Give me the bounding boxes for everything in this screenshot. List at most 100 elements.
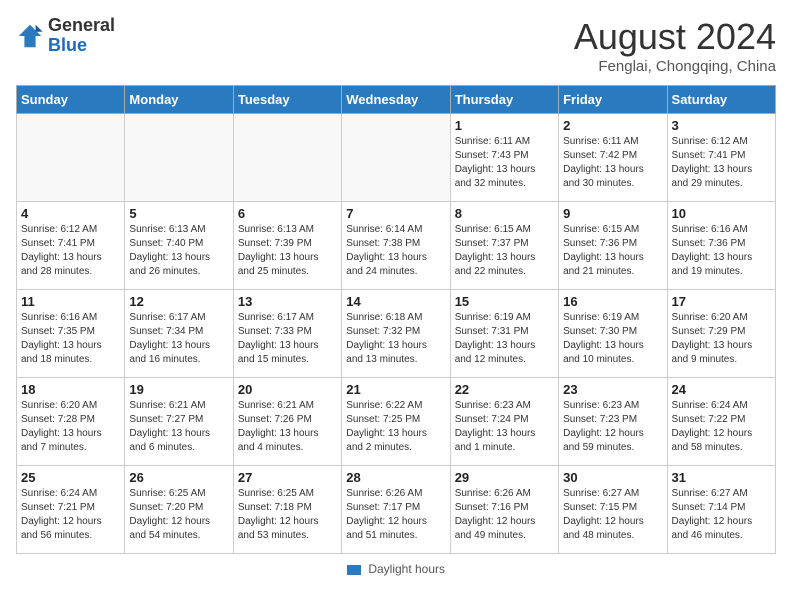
day-number: 30 <box>563 470 662 485</box>
day-info: Sunrise: 6:24 AMSunset: 7:21 PMDaylight:… <box>21 487 120 543</box>
calendar: SundayMondayTuesdayWednesdayThursdayFrid… <box>16 85 776 554</box>
header: General Blue August 2024 Fenglai, Chongq… <box>16 16 776 75</box>
calendar-cell: 6 Sunrise: 6:13 AMSunset: 7:39 PMDaylight… <box>233 202 341 290</box>
day-info: Sunrise: 6:19 AMSunset: 7:31 PMDaylight:… <box>455 311 554 367</box>
calendar-cell: 1 Sunrise: 6:11 AMSunset: 7:43 PMDaylight… <box>450 114 558 202</box>
day-info: Sunrise: 6:16 AMSunset: 7:35 PMDaylight:… <box>21 311 120 367</box>
calendar-cell: 31 Sunrise: 6:27 AMSunset: 7:14 PMDayligh… <box>667 466 775 554</box>
calendar-cell: 9 Sunrise: 6:15 AMSunset: 7:36 PMDaylight… <box>559 202 667 290</box>
day-number: 23 <box>563 382 662 397</box>
day-info: Sunrise: 6:20 AMSunset: 7:29 PMDaylight:… <box>672 311 771 367</box>
calendar-cell: 11 Sunrise: 6:16 AMSunset: 7:35 PMDayligh… <box>17 290 125 378</box>
day-info: Sunrise: 6:22 AMSunset: 7:25 PMDaylight:… <box>346 399 445 455</box>
day-info: Sunrise: 6:23 AMSunset: 7:24 PMDaylight:… <box>455 399 554 455</box>
calendar-cell: 5 Sunrise: 6:13 AMSunset: 7:40 PMDaylight… <box>125 202 233 290</box>
day-number: 31 <box>672 470 771 485</box>
day-number: 15 <box>455 294 554 309</box>
day-number: 20 <box>238 382 337 397</box>
day-info: Sunrise: 6:13 AMSunset: 7:40 PMDaylight:… <box>129 223 228 279</box>
daylight-bar-icon <box>347 565 361 575</box>
day-number: 24 <box>672 382 771 397</box>
calendar-cell <box>125 114 233 202</box>
day-info: Sunrise: 6:19 AMSunset: 7:30 PMDaylight:… <box>563 311 662 367</box>
weekday-header-sunday: Sunday <box>17 86 125 114</box>
day-number: 27 <box>238 470 337 485</box>
day-info: Sunrise: 6:21 AMSunset: 7:27 PMDaylight:… <box>129 399 228 455</box>
day-number: 29 <box>455 470 554 485</box>
weekday-header-friday: Friday <box>559 86 667 114</box>
day-number: 26 <box>129 470 228 485</box>
day-number: 22 <box>455 382 554 397</box>
title-block: August 2024 Fenglai, Chongqing, China <box>574 16 776 75</box>
calendar-cell <box>17 114 125 202</box>
day-info: Sunrise: 6:14 AMSunset: 7:38 PMDaylight:… <box>346 223 445 279</box>
day-info: Sunrise: 6:23 AMSunset: 7:23 PMDaylight:… <box>563 399 662 455</box>
calendar-cell: 20 Sunrise: 6:21 AMSunset: 7:26 PMDayligh… <box>233 378 341 466</box>
day-info: Sunrise: 6:15 AMSunset: 7:37 PMDaylight:… <box>455 223 554 279</box>
day-info: Sunrise: 6:16 AMSunset: 7:36 PMDaylight:… <box>672 223 771 279</box>
calendar-cell <box>342 114 450 202</box>
calendar-cell <box>233 114 341 202</box>
weekday-header-saturday: Saturday <box>667 86 775 114</box>
day-number: 21 <box>346 382 445 397</box>
calendar-cell: 28 Sunrise: 6:26 AMSunset: 7:17 PMDayligh… <box>342 466 450 554</box>
day-info: Sunrise: 6:21 AMSunset: 7:26 PMDaylight:… <box>238 399 337 455</box>
calendar-cell: 26 Sunrise: 6:25 AMSunset: 7:20 PMDayligh… <box>125 466 233 554</box>
day-number: 19 <box>129 382 228 397</box>
day-number: 17 <box>672 294 771 309</box>
day-number: 9 <box>563 206 662 221</box>
day-info: Sunrise: 6:17 AMSunset: 7:33 PMDaylight:… <box>238 311 337 367</box>
weekday-header-tuesday: Tuesday <box>233 86 341 114</box>
day-info: Sunrise: 6:15 AMSunset: 7:36 PMDaylight:… <box>563 223 662 279</box>
day-info: Sunrise: 6:11 AMSunset: 7:43 PMDaylight:… <box>455 135 554 191</box>
day-info: Sunrise: 6:25 AMSunset: 7:18 PMDaylight:… <box>238 487 337 543</box>
day-info: Sunrise: 6:12 AMSunset: 7:41 PMDaylight:… <box>672 135 771 191</box>
day-info: Sunrise: 6:12 AMSunset: 7:41 PMDaylight:… <box>21 223 120 279</box>
calendar-cell: 8 Sunrise: 6:15 AMSunset: 7:37 PMDaylight… <box>450 202 558 290</box>
day-number: 13 <box>238 294 337 309</box>
day-info: Sunrise: 6:26 AMSunset: 7:17 PMDaylight:… <box>346 487 445 543</box>
location: Fenglai, Chongqing, China <box>574 58 776 75</box>
calendar-cell: 27 Sunrise: 6:25 AMSunset: 7:18 PMDayligh… <box>233 466 341 554</box>
month-year: August 2024 <box>574 16 776 58</box>
day-number: 25 <box>21 470 120 485</box>
calendar-cell: 2Sunrise: 6:11 AMSunset: 7:42 PMDaylight… <box>559 114 667 202</box>
calendar-cell: 25 Sunrise: 6:24 AMSunset: 7:21 PMDayligh… <box>17 466 125 554</box>
day-number: 1 <box>455 118 554 133</box>
calendar-cell: 7 Sunrise: 6:14 AMSunset: 7:38 PMDaylight… <box>342 202 450 290</box>
calendar-cell: 19 Sunrise: 6:21 AMSunset: 7:27 PMDayligh… <box>125 378 233 466</box>
calendar-cell: 10Sunrise: 6:16 AMSunset: 7:36 PMDayligh… <box>667 202 775 290</box>
calendar-cell: 29 Sunrise: 6:26 AMSunset: 7:16 PMDayligh… <box>450 466 558 554</box>
calendar-cell: 17 Sunrise: 6:20 AMSunset: 7:29 PMDayligh… <box>667 290 775 378</box>
weekday-header-wednesday: Wednesday <box>342 86 450 114</box>
day-number: 4 <box>21 206 120 221</box>
day-info: Sunrise: 6:26 AMSunset: 7:16 PMDaylight:… <box>455 487 554 543</box>
weekday-header-monday: Monday <box>125 86 233 114</box>
calendar-cell: 16 Sunrise: 6:19 AMSunset: 7:30 PMDayligh… <box>559 290 667 378</box>
day-number: 11 <box>21 294 120 309</box>
footer: Daylight hours <box>16 562 776 576</box>
day-number: 8 <box>455 206 554 221</box>
calendar-cell: 14Sunrise: 6:18 AMSunset: 7:32 PMDayligh… <box>342 290 450 378</box>
day-info: Sunrise: 6:13 AMSunset: 7:39 PMDaylight:… <box>238 223 337 279</box>
day-number: 18 <box>21 382 120 397</box>
day-info: Sunrise: 6:25 AMSunset: 7:20 PMDaylight:… <box>129 487 228 543</box>
day-number: 3 <box>672 118 771 133</box>
calendar-cell: 22 Sunrise: 6:23 AMSunset: 7:24 PMDayligh… <box>450 378 558 466</box>
logo-icon <box>16 22 44 50</box>
calendar-cell: 24 Sunrise: 6:24 AMSunset: 7:22 PMDayligh… <box>667 378 775 466</box>
calendar-cell: 21 Sunrise: 6:22 AMSunset: 7:25 PMDayligh… <box>342 378 450 466</box>
day-number: 28 <box>346 470 445 485</box>
day-info: Sunrise: 6:11 AMSunset: 7:42 PMDaylight:… <box>563 135 662 191</box>
day-number: 6 <box>238 206 337 221</box>
day-number: 7 <box>346 206 445 221</box>
day-info: Sunrise: 6:17 AMSunset: 7:34 PMDaylight:… <box>129 311 228 367</box>
logo-text: General Blue <box>48 16 115 56</box>
day-info: Sunrise: 6:27 AMSunset: 7:14 PMDaylight:… <box>672 487 771 543</box>
day-number: 5 <box>129 206 228 221</box>
calendar-cell: 30Sunrise: 6:27 AMSunset: 7:15 PMDayligh… <box>559 466 667 554</box>
day-info: Sunrise: 6:24 AMSunset: 7:22 PMDaylight:… <box>672 399 771 455</box>
day-number: 16 <box>563 294 662 309</box>
calendar-cell: 23 Sunrise: 6:23 AMSunset: 7:23 PMDayligh… <box>559 378 667 466</box>
calendar-cell: 4 Sunrise: 6:12 AMSunset: 7:41 PMDaylight… <box>17 202 125 290</box>
